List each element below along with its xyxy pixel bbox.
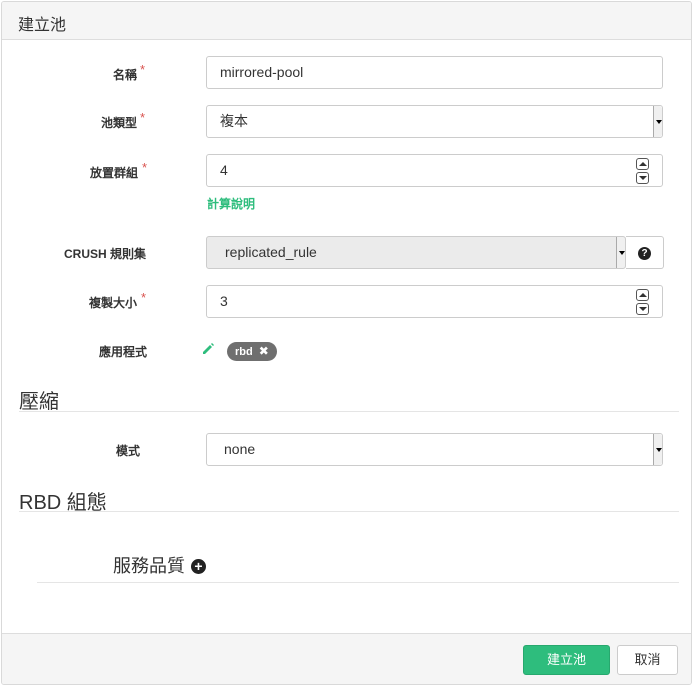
crush-label: CRUSH 規則集 xyxy=(64,247,147,261)
pg-calc-help-link[interactable]: 計算說明 xyxy=(207,195,255,212)
qos-title[interactable]: 服務品質 + xyxy=(113,552,206,578)
compression-section-title: 壓縮 xyxy=(19,391,59,413)
remove-tag-icon[interactable]: ✖ xyxy=(259,344,269,358)
pg-input[interactable]: 4 xyxy=(206,154,663,187)
compression-mode-select[interactable]: none xyxy=(206,433,663,466)
pool-type-select[interactable]: 複本 xyxy=(206,105,663,138)
crush-help-button[interactable]: ? xyxy=(626,236,664,269)
size-input[interactable]: 3 xyxy=(206,285,663,318)
name-required-mark: * xyxy=(140,62,146,77)
tag-label: rbd xyxy=(235,346,253,358)
name-input[interactable]: mirrored-pool xyxy=(206,56,663,89)
pg-stepper[interactable] xyxy=(636,158,650,185)
applications-label: 應用程式 xyxy=(99,345,148,359)
chevron-down-icon xyxy=(653,434,662,465)
plus-circle-icon[interactable]: + xyxy=(191,559,206,574)
qos-divider xyxy=(37,582,679,583)
pool-type-label: 池類型 xyxy=(101,116,138,130)
question-circle-icon: ? xyxy=(638,247,651,260)
pencil-icon[interactable] xyxy=(201,342,215,356)
create-pool-button[interactable]: 建立池 xyxy=(523,645,610,675)
pg-required-mark: * xyxy=(142,160,148,175)
section-divider xyxy=(19,411,679,412)
stepper-up-icon[interactable] xyxy=(636,158,649,170)
compression-mode-value: none xyxy=(224,441,256,457)
stepper-down-icon[interactable] xyxy=(636,303,649,315)
size-label: 複製大小 xyxy=(89,296,138,310)
stepper-down-icon[interactable] xyxy=(636,172,649,184)
size-value: 3 xyxy=(220,293,228,309)
panel-footer: 建立池 取消 xyxy=(2,633,691,684)
chevron-down-icon xyxy=(616,237,625,268)
crush-select[interactable]: replicated_rule xyxy=(206,236,626,269)
stepper-up-icon[interactable] xyxy=(636,289,649,301)
panel-title: 建立池 xyxy=(18,17,67,34)
application-tag-rbd: rbd ✖ xyxy=(227,342,277,361)
crush-value: replicated_rule xyxy=(225,244,317,260)
pool-type-required-mark: * xyxy=(140,110,146,125)
pg-label: 放置群組 xyxy=(90,166,139,180)
compression-mode-label: 模式 xyxy=(116,444,141,458)
pg-value: 4 xyxy=(220,162,228,178)
create-pool-panel: 建立池 名稱 * mirrored-pool 池類型 * 複本 放置群組 * 4… xyxy=(1,1,692,685)
section-divider xyxy=(19,511,679,512)
qos-title-text: 服務品質 xyxy=(113,556,185,576)
size-stepper[interactable] xyxy=(636,289,650,316)
name-label: 名稱 xyxy=(113,68,138,82)
size-required-mark: * xyxy=(141,290,147,305)
chevron-down-icon xyxy=(653,106,662,137)
pool-type-value: 複本 xyxy=(220,113,248,129)
panel-header: 建立池 xyxy=(2,2,691,40)
cancel-button[interactable]: 取消 xyxy=(617,645,678,675)
